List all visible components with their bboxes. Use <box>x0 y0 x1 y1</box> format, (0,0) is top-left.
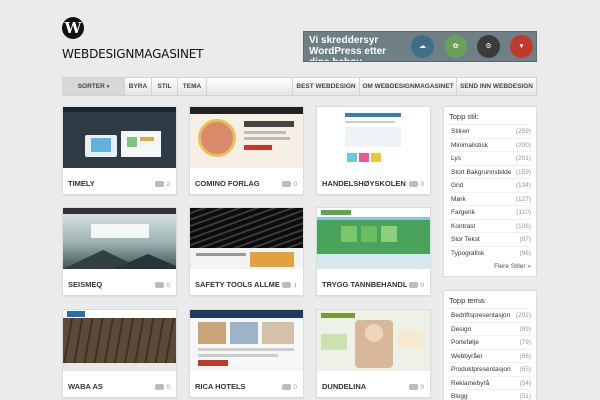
comment-count: 2 <box>155 181 170 188</box>
card-title: TIMELY <box>68 179 95 188</box>
top-topics-title: Topp tema: <box>449 296 487 305</box>
nav-tema[interactable]: TEMA <box>178 78 207 95</box>
comment-icon <box>409 384 419 390</box>
site-card[interactable]: DUNDELINA 0 <box>316 309 431 398</box>
comment-count: 0 <box>409 282 424 289</box>
style-item[interactable]: Stor Tekst (97) <box>449 232 531 246</box>
comment-count: 0 <box>155 282 170 289</box>
comment-icon <box>282 282 292 288</box>
site-card[interactable]: COMINO FORLAG 0 <box>189 106 304 195</box>
comment-count: 0 <box>282 384 297 391</box>
card-title: WABA AS <box>68 382 103 391</box>
topic-item[interactable]: Webbyråer (66) <box>449 348 531 363</box>
chevron-down-icon: ▾ <box>106 84 110 90</box>
site-logo[interactable]: W <box>62 17 84 39</box>
site-thumbnail <box>317 310 430 371</box>
site-thumbnail <box>190 310 303 371</box>
style-item[interactable]: Kontrast (106) <box>449 218 531 233</box>
topic-item[interactable]: Blogg (51) <box>449 389 531 400</box>
top-topics-box: Topp tema: Bedriftspresentasjon (202) Des… <box>443 290 537 400</box>
style-item[interactable]: Stilren (259) <box>449 124 531 138</box>
top-styles-box: Topp stil: Stilren (259) Minimalistisk (20… <box>443 106 537 277</box>
topic-item[interactable]: Design (89) <box>449 321 531 336</box>
comment-count: 0 <box>155 384 170 391</box>
comment-count: 0 <box>409 181 424 188</box>
site-thumbnail <box>63 208 176 269</box>
nav-about[interactable]: OM WEBDESIGNMAGASINET <box>360 78 457 95</box>
site-card[interactable]: SAFETY TOOLS ALLMET 1 <box>189 207 304 296</box>
comment-icon <box>282 181 292 187</box>
ad-banner[interactable]: Vi skreddersyr WordPress etter dine beho… <box>303 31 537 62</box>
style-item[interactable]: Grid (134) <box>449 178 531 192</box>
site-thumbnail <box>190 208 303 269</box>
style-item[interactable]: Fargerik (110) <box>449 205 531 219</box>
more-styles-link[interactable]: Flere Stiler » <box>449 263 531 270</box>
style-item[interactable]: Typografisk (96) <box>449 245 531 260</box>
card-title: HANDELSHØYSKOLEN BI... <box>322 179 407 188</box>
card-title: TRYGG TANNBEHANDLING <box>322 280 407 289</box>
site-thumbnail <box>317 208 430 269</box>
card-title: COMINO FORLAG <box>195 179 260 188</box>
site-card[interactable]: HANDELSHØYSKOLEN BI... 0 <box>316 106 431 195</box>
site-thumbnail <box>63 107 176 168</box>
heart-icon: ♥ <box>510 35 533 58</box>
site-card[interactable]: RICA HOTELS 0 <box>189 309 304 398</box>
nav-sort[interactable]: SORTER ▾ <box>63 78 125 95</box>
site-thumbnail <box>317 107 430 168</box>
leaf-icon: ✿ <box>444 35 467 58</box>
banner-text: Vi skreddersyr WordPress etter dine beho… <box>309 35 387 61</box>
site-card[interactable]: WABA AS 0 <box>62 309 177 398</box>
style-item[interactable]: Mørk (127) <box>449 191 531 206</box>
card-title: SAFETY TOOLS ALLMET <box>195 280 280 289</box>
main-nav: SORTER ▾ BYRA STIL TEMA BEST WEBDESIGN OM… <box>62 77 537 96</box>
site-card[interactable]: SEISMEQ 0 <box>62 207 177 296</box>
comment-icon <box>409 282 419 288</box>
gear-icon: ⚙ <box>477 35 500 58</box>
comment-count: 1 <box>282 282 297 289</box>
site-thumbnail <box>190 107 303 168</box>
comment-icon <box>282 384 292 390</box>
style-item[interactable]: Minimalistisk (200) <box>449 137 531 152</box>
card-title: SEISMEQ <box>68 280 103 289</box>
topic-item[interactable]: Produktpresentasjon (65) <box>449 362 531 376</box>
comment-count: 0 <box>409 384 424 391</box>
topic-item[interactable]: Portefølje (79) <box>449 335 531 349</box>
comment-count: 0 <box>282 181 297 188</box>
cloud-icon: ☁ <box>411 35 434 58</box>
card-title: DUNDELINA <box>322 382 367 391</box>
comment-icon <box>155 282 165 288</box>
nav-best-webdesign[interactable]: BEST WEBDESIGN <box>292 78 360 95</box>
style-item[interactable]: Lys (201) <box>449 151 531 165</box>
site-thumbnail <box>63 310 176 371</box>
topic-item[interactable]: Reklamebyrå (54) <box>449 375 531 390</box>
nav-submit[interactable]: SEND INN WEBDESIGN <box>457 78 536 95</box>
top-styles-title: Topp stil: <box>449 112 479 121</box>
style-item[interactable]: Stort Bakgrunnsbilde (159) <box>449 164 531 179</box>
nav-sort-label: SORTER <box>77 83 105 90</box>
nav-stil[interactable]: STIL <box>152 78 178 95</box>
site-card[interactable]: TIMELY 2 <box>62 106 177 195</box>
comment-icon <box>155 181 165 187</box>
site-card[interactable]: TRYGG TANNBEHANDLING 0 <box>316 207 431 296</box>
card-title: RICA HOTELS <box>195 382 246 391</box>
comment-icon <box>409 181 419 187</box>
nav-byra[interactable]: BYRA <box>125 78 152 95</box>
site-name[interactable]: WEBDESIGNMAGASINET <box>62 47 203 61</box>
comment-icon <box>155 384 165 390</box>
topic-item[interactable]: Bedriftspresentasjon (202) <box>449 308 531 322</box>
